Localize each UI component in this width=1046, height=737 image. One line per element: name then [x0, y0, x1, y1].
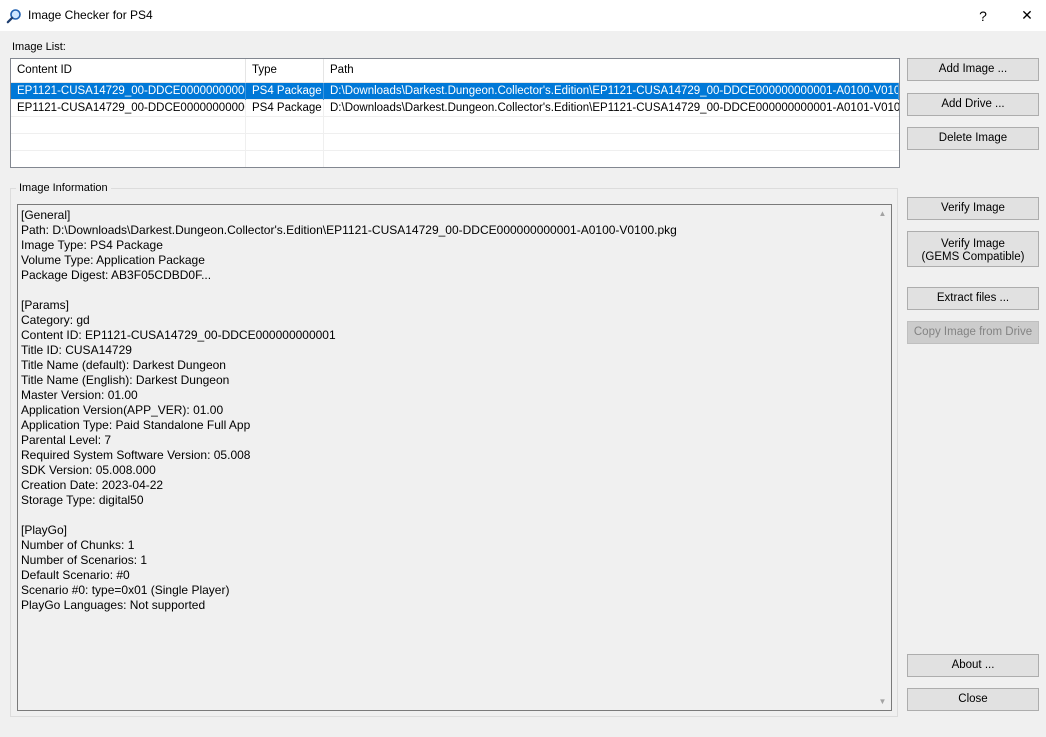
info-line: Application Type: Paid Standalone Full A…	[21, 418, 251, 432]
verify-gems-label-line2: (GEMS Compatible)	[921, 251, 1025, 263]
cell-content-id: EP1121-CUSA14729_00-DDCE000000000001	[11, 83, 246, 100]
info-line: Application Version(APP_VER): 01.00	[21, 403, 224, 417]
copy-image-from-drive-button: Copy Image from Drive	[907, 321, 1039, 344]
column-header-path[interactable]: Path	[324, 59, 899, 82]
window-title: Image Checker for PS4	[28, 8, 153, 22]
empty-cell	[11, 134, 246, 151]
info-line: Title ID: CUSA14729	[21, 343, 132, 357]
info-line: [PlayGo]	[21, 523, 68, 537]
table-row[interactable]: EP1121-CUSA14729_00-DDCE000000000001 PS4…	[11, 83, 899, 100]
info-line: SDK Version: 05.008.000	[21, 463, 156, 477]
empty-cell	[324, 134, 899, 151]
info-line: Parental Level: 7	[21, 433, 112, 447]
empty-cell	[11, 151, 246, 167]
column-header-type[interactable]: Type	[246, 59, 324, 82]
info-line: Category: gd	[21, 313, 90, 327]
info-line: Title Name (English): Darkest Dungeon	[21, 373, 230, 387]
close-icon: ✕	[1021, 7, 1033, 23]
image-list[interactable]: Content ID Type Path EP1121-CUSA14729_00…	[10, 58, 900, 168]
help-button[interactable]: ?	[960, 0, 1006, 31]
delete-image-button[interactable]: Delete Image	[907, 127, 1039, 150]
vertical-scrollbar[interactable]: ▲ ▼	[874, 205, 891, 710]
empty-cell	[246, 151, 324, 167]
help-icon: ?	[979, 7, 987, 24]
extract-files-button[interactable]: Extract files ...	[907, 287, 1039, 310]
info-line: Creation Date: 2023-04-22	[21, 478, 164, 492]
empty-cell	[324, 117, 899, 134]
info-line: Number of Chunks: 1	[21, 538, 135, 552]
info-line: [General]	[21, 208, 71, 222]
info-line	[21, 508, 871, 523]
info-line: Volume Type: Application Package	[21, 253, 205, 267]
info-line: Default Scenario: #0	[21, 568, 130, 582]
empty-cell	[246, 117, 324, 134]
verify-gems-label-line1: Verify Image	[941, 238, 1005, 250]
image-information-label: Image Information	[16, 182, 111, 194]
image-list-header: Content ID Type Path	[11, 59, 899, 83]
title-bar: Image Checker for PS4 ? ✕	[0, 0, 1046, 31]
empty-cell	[324, 151, 899, 167]
add-image-button[interactable]: Add Image ...	[907, 58, 1039, 81]
scroll-up-icon[interactable]: ▲	[874, 205, 891, 222]
verify-image-button[interactable]: Verify Image	[907, 197, 1039, 220]
info-line: Path: D:\Downloads\Darkest.Dungeon.Colle…	[21, 223, 677, 237]
scroll-down-icon[interactable]: ▼	[874, 693, 891, 710]
window-close-button[interactable]: ✕	[1004, 0, 1046, 31]
info-line: Package Digest: AB3F05CDBD0F...	[21, 268, 212, 282]
about-button[interactable]: About ...	[907, 654, 1039, 677]
info-line: Title Name (default): Darkest Dungeon	[21, 358, 226, 372]
cell-type: PS4 Package	[246, 100, 324, 117]
empty-row	[11, 151, 899, 167]
magnifier-app-icon	[6, 9, 21, 24]
cell-content-id: EP1121-CUSA14729_00-DDCE000000000001	[11, 100, 246, 117]
image-information-textarea[interactable]: [General] Path: D:\Downloads\Darkest.Dung…	[17, 204, 892, 711]
info-line: Storage Type: digital50	[21, 493, 144, 507]
close-button[interactable]: Close	[907, 688, 1039, 711]
empty-cell	[246, 134, 324, 151]
info-line: Number of Scenarios: 1	[21, 553, 148, 567]
cell-path: D:\Downloads\Darkest.Dungeon.Collector's…	[324, 83, 899, 100]
info-line: PlayGo Languages: Not supported	[21, 598, 206, 612]
empty-row	[11, 134, 899, 151]
info-line: Scenario #0: type=0x01 (Single Player)	[21, 583, 230, 597]
empty-row	[11, 117, 899, 134]
table-row[interactable]: EP1121-CUSA14729_00-DDCE000000000001 PS4…	[11, 100, 899, 117]
add-drive-button[interactable]: Add Drive ...	[907, 93, 1039, 116]
column-header-content-id[interactable]: Content ID	[11, 59, 246, 82]
cell-type: PS4 Package	[246, 83, 324, 100]
info-line: Content ID: EP1121-CUSA14729_00-DDCE0000…	[21, 328, 336, 342]
cell-path: D:\Downloads\Darkest.Dungeon.Collector's…	[330, 102, 899, 114]
info-line: Required System Software Version: 05.008	[21, 448, 251, 462]
info-line: Image Type: PS4 Package	[21, 238, 163, 252]
verify-image-gems-button[interactable]: Verify Image (GEMS Compatible)	[907, 231, 1039, 267]
empty-cell	[11, 117, 246, 134]
info-line	[21, 283, 871, 298]
image-list-label: Image List:	[12, 41, 66, 53]
image-information-text: [General] Path: D:\Downloads\Darkest.Dung…	[21, 208, 871, 613]
info-line: Master Version: 01.00	[21, 388, 138, 402]
info-line: [Params]	[21, 298, 70, 312]
